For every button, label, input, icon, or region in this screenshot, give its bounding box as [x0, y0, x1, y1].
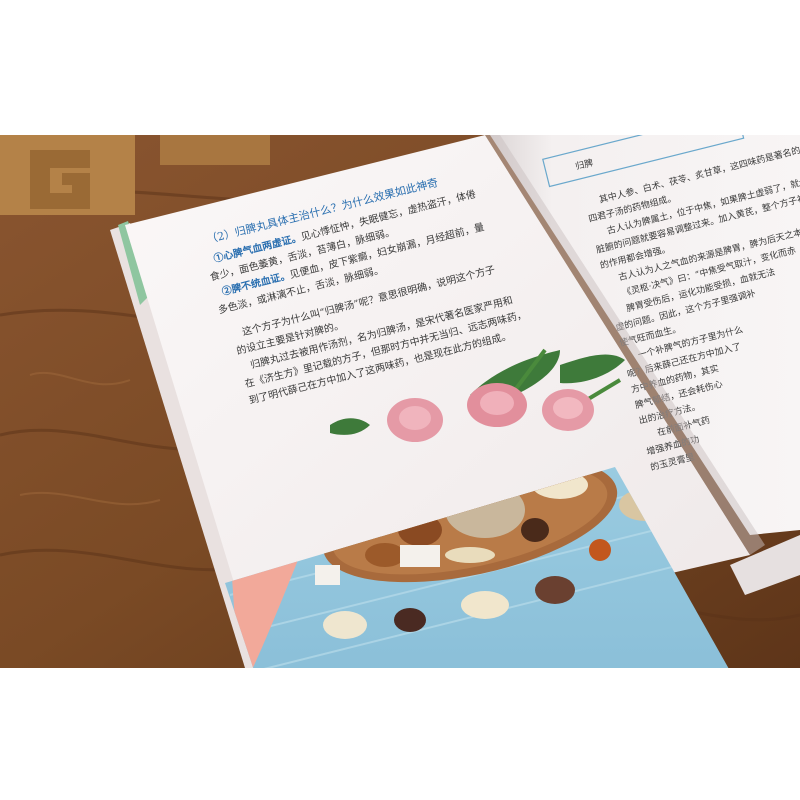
- white-cubes: [400, 545, 440, 567]
- rose-bud-1-inner: [399, 406, 431, 430]
- book-scene: （2）归脾丸具体主治什么？为什么效果如此神奇 ①心脾气血两虚证。见心悸怔忡，失眠…: [0, 135, 800, 668]
- book-photo: （2）归脾丸具体主治什么？为什么效果如此神奇 ①心脾气血两虚证。见心悸怔忡，失眠…: [0, 135, 800, 668]
- rose-bud-3-inner: [553, 397, 583, 419]
- orange-slice-right: [589, 539, 611, 561]
- wooden-block-2: [160, 135, 270, 165]
- herb-slices-2: [445, 547, 495, 563]
- dark-herb: [521, 518, 549, 542]
- rose-bud-2-inner: [480, 391, 514, 415]
- herb-slices-bottom-2: [461, 591, 509, 619]
- white-cubes-left: [315, 565, 340, 585]
- herb-bottom-right: [535, 576, 575, 604]
- herb-chips: [365, 543, 405, 567]
- herb-slices-bottom: [323, 611, 367, 639]
- dark-herb-bottom: [394, 608, 426, 632]
